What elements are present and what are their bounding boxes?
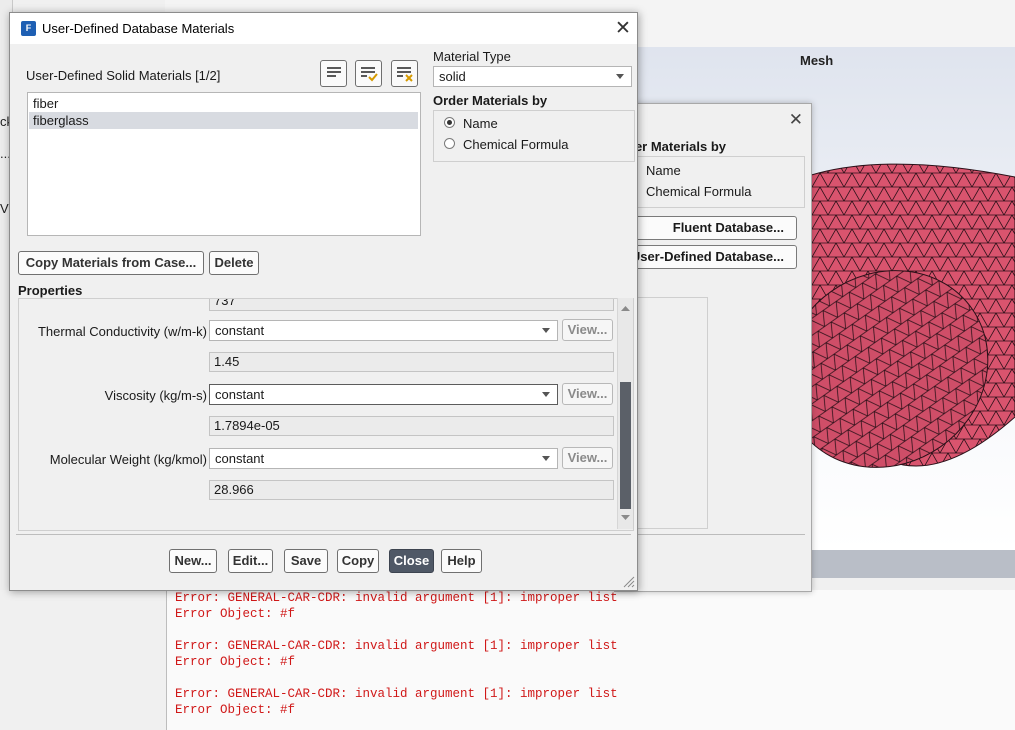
- properties-title: Properties: [18, 283, 83, 298]
- console-line: Error Object: #f: [175, 655, 296, 669]
- user-defined-database-dialog: F User-Defined Database Materials ✕ User…: [9, 12, 638, 591]
- list-check-icon: [360, 67, 378, 82]
- scroll-up-arrow-icon[interactable]: [618, 302, 633, 312]
- help-button[interactable]: Help: [441, 549, 482, 573]
- left-fragment-3: V: [0, 201, 9, 216]
- list-clear-icon: [396, 67, 413, 82]
- user-defined-database-button[interactable]: User-Defined Database...: [627, 245, 797, 269]
- materials-order-group: Name Chemical Formula: [623, 156, 805, 208]
- graphics-title: Mesh: [800, 53, 834, 68]
- order-name-radio[interactable]: [444, 117, 455, 128]
- console-left-gutter: [0, 590, 166, 730]
- materials-separator: [615, 534, 805, 535]
- thermal-conductivity-method-select[interactable]: constant: [209, 320, 558, 341]
- materials-list[interactable]: fiber fiberglass: [27, 92, 421, 236]
- thermal-conductivity-view-button[interactable]: View...: [562, 319, 613, 341]
- chevron-down-icon: [542, 328, 550, 333]
- molecular-weight-method-select[interactable]: constant: [209, 448, 558, 469]
- viscosity-value[interactable]: 1.7894e-05: [209, 416, 614, 436]
- console-output[interactable]: Error: GENERAL-CAR-CDR: invalid argument…: [166, 590, 1015, 730]
- thermal-conductivity-label: Thermal Conductivity (w/m-k): [37, 324, 207, 339]
- fluent-database-button[interactable]: Fluent Database...: [627, 216, 797, 240]
- edit-button[interactable]: Edit...: [228, 549, 273, 573]
- order-by-title: Order Materials by: [433, 93, 548, 108]
- copy-button[interactable]: Copy: [337, 549, 379, 573]
- dialog-title: User-Defined Database Materials: [42, 21, 235, 36]
- partial-value-field[interactable]: 737: [209, 299, 614, 311]
- delete-button[interactable]: Delete: [209, 251, 259, 275]
- list-options-button[interactable]: [320, 60, 347, 87]
- thermal-conductivity-value[interactable]: 1.45: [209, 352, 614, 372]
- resize-grip-icon[interactable]: [621, 574, 635, 588]
- scroll-thumb[interactable]: [620, 382, 631, 509]
- footer-separator: [16, 534, 631, 535]
- list-lines-icon: [326, 67, 341, 77]
- material-type-value: solid: [439, 69, 466, 84]
- chevron-down-icon: [542, 456, 550, 461]
- console-line: Error Object: #f: [175, 703, 296, 717]
- molecular-weight-method: constant: [215, 451, 265, 466]
- fluent-app-icon: F: [21, 21, 36, 36]
- chevron-down-icon: [616, 74, 624, 79]
- dialog-titlebar[interactable]: F User-Defined Database Materials ✕: [10, 13, 637, 44]
- console-line: Error: GENERAL-CAR-CDR: invalid argument…: [175, 687, 618, 701]
- viscosity-method-select[interactable]: constant: [209, 384, 558, 405]
- viscosity-method: constant: [215, 387, 265, 402]
- molecular-weight-value[interactable]: 28.966: [209, 480, 614, 500]
- viscosity-label: Viscosity (kg/m-s): [104, 388, 207, 403]
- chevron-down-icon: [542, 392, 550, 397]
- scroll-down-arrow-icon[interactable]: [618, 512, 633, 524]
- materials-dialog: ✕ der Materials by Name Chemical Formula…: [614, 103, 812, 592]
- molecular-weight-label: Molecular Weight (kg/kmol): [49, 452, 207, 467]
- materials-dialog-close-icon[interactable]: ✕: [789, 110, 803, 130]
- order-by-group: Name Chemical Formula: [433, 110, 635, 162]
- materials-order-formula-label: Chemical Formula: [646, 184, 752, 199]
- list-item-selected[interactable]: fiberglass: [29, 112, 418, 129]
- copy-materials-from-case-button[interactable]: Copy Materials from Case...: [18, 251, 204, 275]
- properties-scrollbar[interactable]: [617, 298, 633, 529]
- materials-order-title: der Materials by: [627, 139, 726, 154]
- select-all-button[interactable]: [355, 60, 382, 87]
- order-name-label: Name: [463, 116, 498, 131]
- viscosity-view-button[interactable]: View...: [562, 383, 613, 405]
- thermal-conductivity-method: constant: [215, 323, 265, 338]
- dialog-close-icon[interactable]: ✕: [613, 17, 633, 40]
- console-line: Error: GENERAL-CAR-CDR: invalid argument…: [175, 591, 618, 605]
- properties-panel[interactable]: 737 Thermal Conductivity (w/m-k) constan…: [18, 298, 634, 531]
- material-type-select[interactable]: solid: [433, 66, 632, 87]
- close-button[interactable]: Close: [389, 549, 434, 573]
- save-button[interactable]: Save: [284, 549, 328, 573]
- deselect-all-button[interactable]: [391, 60, 418, 87]
- materials-order-name-label: Name: [646, 163, 681, 178]
- console-line: Error: GENERAL-CAR-CDR: invalid argument…: [175, 639, 618, 653]
- console-line: Error Object: #f: [175, 607, 296, 621]
- list-item[interactable]: fiber: [29, 95, 418, 112]
- order-formula-label: Chemical Formula: [463, 137, 569, 152]
- materials-list-label: User-Defined Solid Materials [1/2]: [26, 68, 221, 83]
- material-type-label: Material Type: [433, 49, 511, 64]
- molecular-weight-view-button[interactable]: View...: [562, 447, 613, 469]
- new-button[interactable]: New...: [169, 549, 217, 573]
- order-formula-radio[interactable]: [444, 138, 455, 149]
